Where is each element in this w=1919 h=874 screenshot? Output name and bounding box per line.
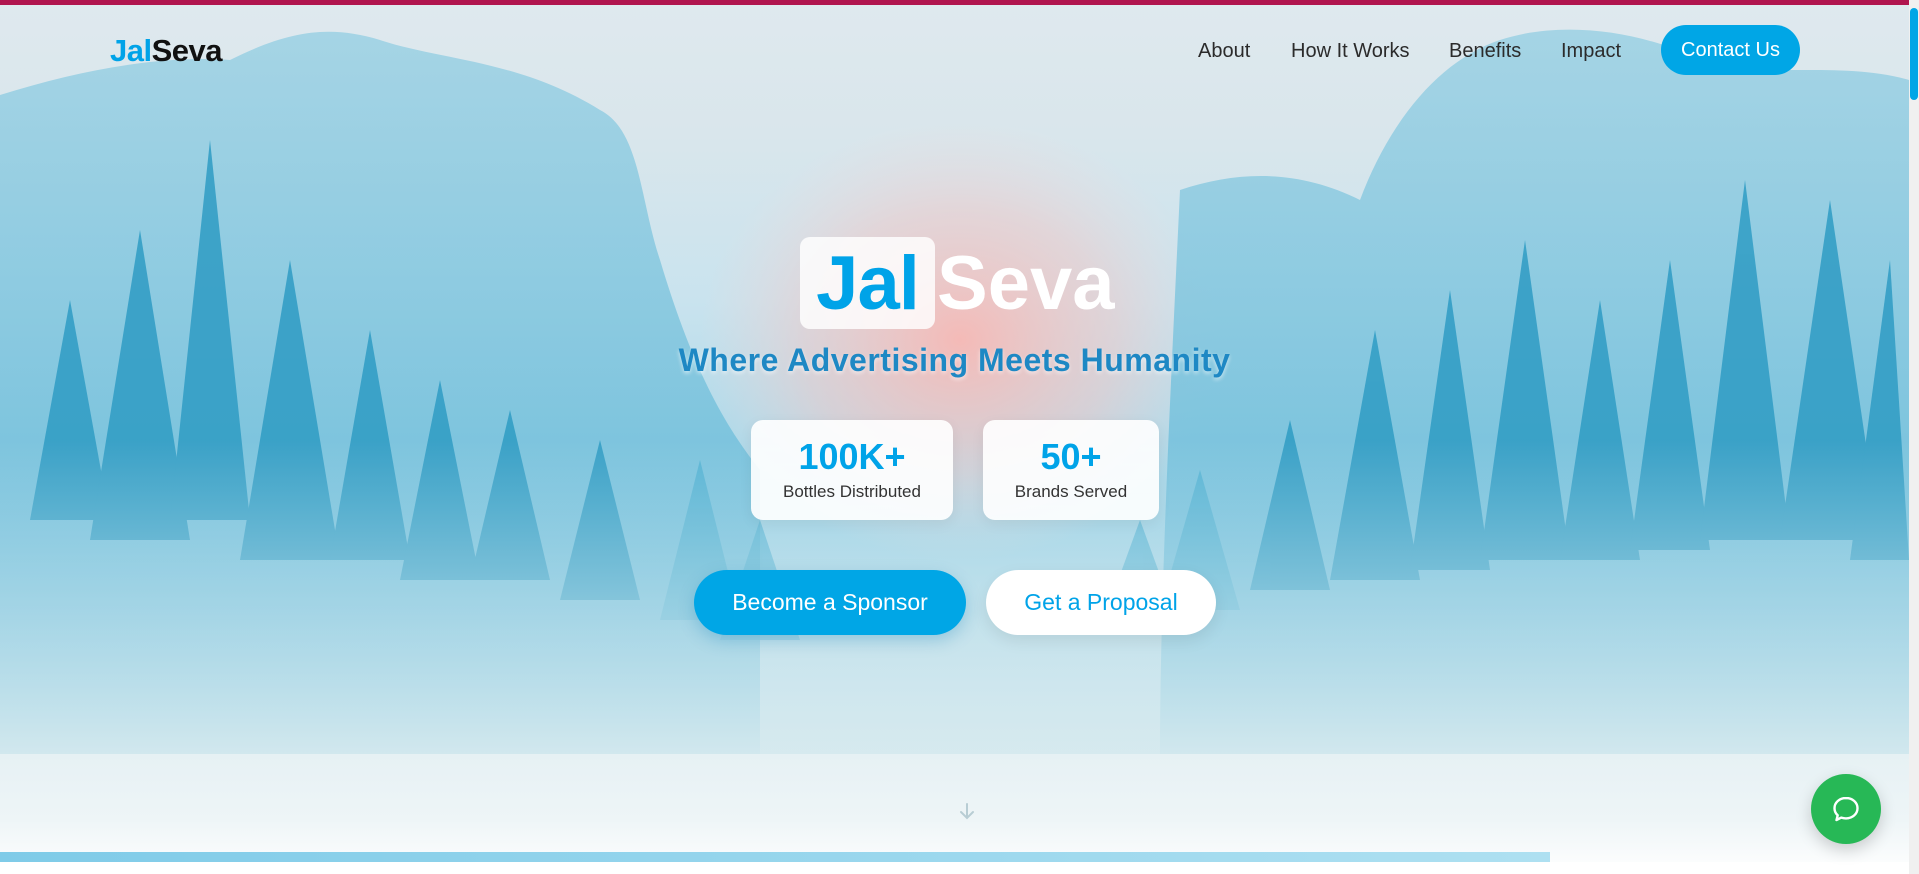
- top-accent-strip: [0, 0, 1919, 5]
- scrollbar-thumb[interactable]: [1910, 8, 1918, 100]
- nav-link-how-it-works[interactable]: How It Works: [1291, 40, 1410, 63]
- arrow-down-icon[interactable]: [955, 800, 979, 824]
- top-navigation: JalSeva About How It Works Benefits Impa…: [0, 5, 1909, 95]
- stat-value: 50+: [1040, 436, 1102, 478]
- hero-tagline: Where Advertising Meets Humanity: [678, 342, 1231, 378]
- stat-label: Brands Served: [1014, 481, 1128, 501]
- page-scrollbar[interactable]: [1909, 0, 1919, 874]
- nav-link-about[interactable]: About: [1198, 40, 1250, 63]
- logo-text-seva: Seva: [151, 33, 223, 68]
- logo-text-jal: Jal: [110, 33, 152, 68]
- stat-card-bottles: 100K+ Bottles Distributed: [751, 420, 953, 520]
- site-logo[interactable]: JalSeva: [110, 33, 223, 69]
- arrow-down-icon-svg: [960, 803, 974, 820]
- hero-title-jal: Jal: [800, 237, 935, 329]
- stat-label: Bottles Distributed: [783, 481, 921, 501]
- nav-link-benefits[interactable]: Benefits: [1449, 40, 1521, 63]
- hero-title: Jal Seva: [0, 237, 1909, 329]
- contact-us-button[interactable]: Contact Us: [1661, 25, 1800, 75]
- wave-divider-base: [0, 862, 1919, 874]
- chat-button[interactable]: [1811, 774, 1881, 844]
- chat-bubble-icon: [1833, 796, 1859, 822]
- get-proposal-button[interactable]: Get a Proposal: [986, 570, 1216, 635]
- nav-link-impact[interactable]: Impact: [1561, 40, 1621, 63]
- become-sponsor-button[interactable]: Become a Sponsor: [694, 570, 966, 635]
- hero-title-seva: Seva: [937, 240, 1115, 326]
- stat-value: 100K+: [798, 436, 906, 478]
- stat-card-brands: 50+ Brands Served: [983, 420, 1159, 520]
